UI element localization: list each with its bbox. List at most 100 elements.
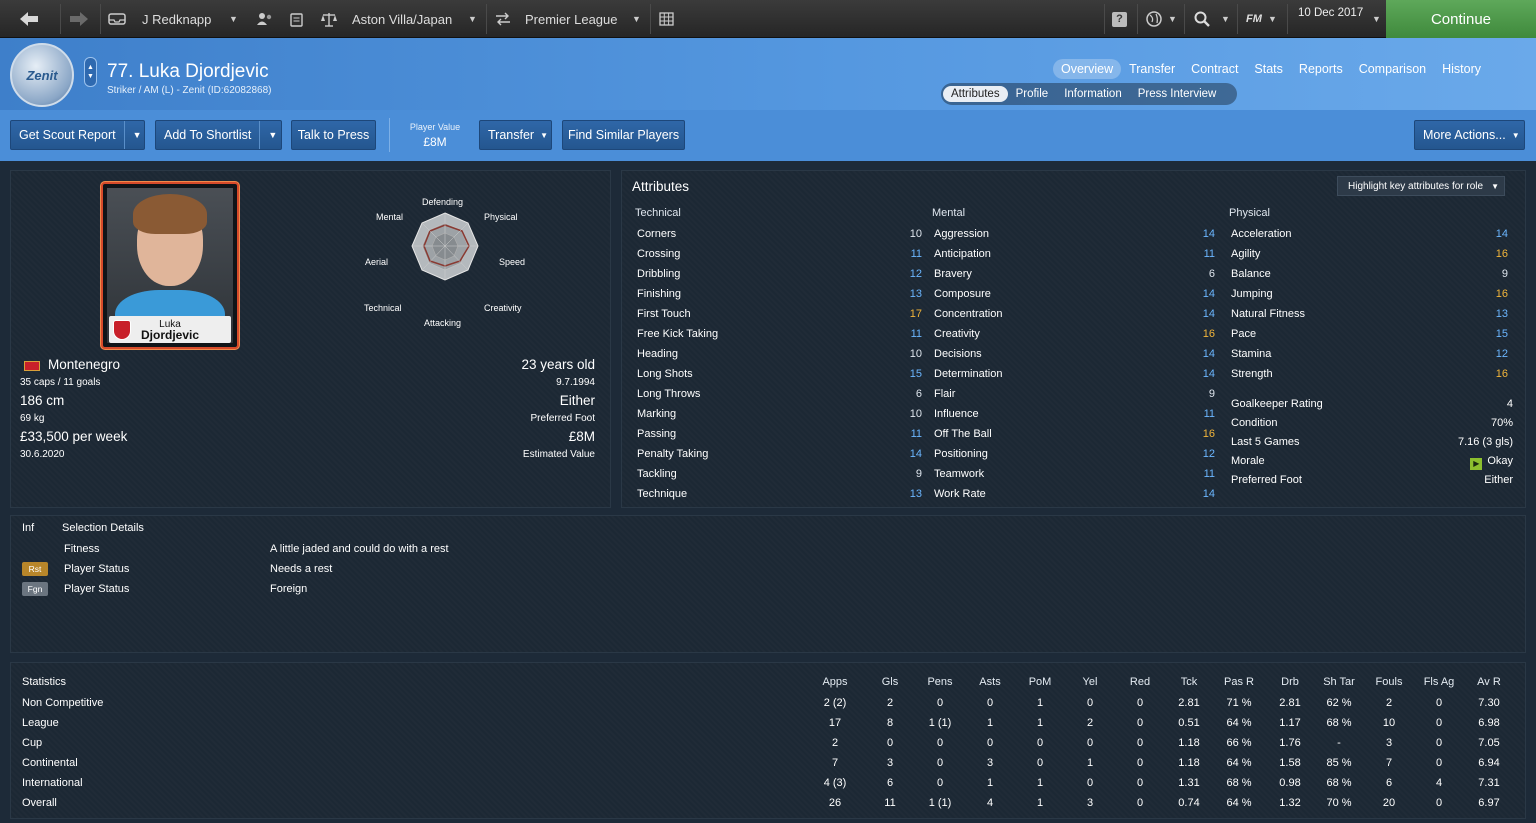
attribute-row[interactable]: Long Throws 6 <box>637 388 922 408</box>
attribute-row[interactable]: Anticipation 11 <box>934 248 1215 268</box>
inbox-icon[interactable] <box>108 0 126 38</box>
info-value: 4 <box>1506 398 1513 410</box>
manager-name[interactable]: J Redknapp <box>142 0 211 38</box>
attribute-row[interactable]: Teamwork 11 <box>934 468 1215 488</box>
stats-cell: 6.97 <box>1478 797 1500 809</box>
attribute-row[interactable]: Flair 9 <box>934 388 1215 408</box>
info-row: Condition 70% <box>1231 417 1513 437</box>
talk-to-press-button[interactable]: Talk to Press <box>291 120 376 150</box>
search-dropdown-icon[interactable]: ▼ <box>1221 0 1230 38</box>
attribute-row[interactable]: Tackling 9 <box>637 468 922 488</box>
attribute-row[interactable]: Free Kick Taking 11 <box>637 328 922 348</box>
attribute-row[interactable]: Finishing 13 <box>637 288 922 308</box>
back-arrow-icon[interactable] <box>18 0 40 38</box>
attribute-row[interactable]: Crossing 11 <box>637 248 922 268</box>
calendar-grid-icon[interactable] <box>659 0 674 38</box>
tab-comparison[interactable]: Comparison <box>1351 59 1434 79</box>
attribute-row[interactable]: Concentration 14 <box>934 308 1215 328</box>
attribute-row[interactable]: Agility 16 <box>1231 248 1508 268</box>
attribute-row[interactable]: Marking 10 <box>637 408 922 428</box>
club-dropdown-icon[interactable]: ▼ <box>468 0 477 38</box>
tab-stats[interactable]: Stats <box>1246 59 1291 79</box>
subtab-press-interview[interactable]: Press Interview <box>1130 86 1225 102</box>
chevron-down-icon[interactable]: ▼ <box>259 121 277 149</box>
highlight-role-dropdown[interactable]: Highlight key attributes for role ▼ <box>1337 176 1505 196</box>
stats-column-header[interactable]: Gls <box>867 676 913 688</box>
transfer-arrows-icon[interactable] <box>494 0 512 38</box>
stats-column-header[interactable]: Tck <box>1166 676 1212 688</box>
stats-cell: 64 % <box>1226 717 1252 729</box>
date-dropdown-icon[interactable]: ▼ <box>1372 0 1381 38</box>
competition-name[interactable]: Premier League <box>525 0 618 38</box>
attribute-row[interactable]: Corners 10 <box>637 228 922 248</box>
manager-dropdown-icon[interactable]: ▼ <box>229 0 238 38</box>
attribute-row[interactable]: Jumping 16 <box>1231 288 1508 308</box>
stats-column-header[interactable]: Drb <box>1267 676 1313 688</box>
stats-column-header[interactable]: Pas R <box>1216 676 1262 688</box>
continue-button[interactable]: Continue <box>1386 0 1536 38</box>
attribute-row[interactable]: Influence 11 <box>934 408 1215 428</box>
attribute-row[interactable]: Determination 14 <box>934 368 1215 388</box>
favourite-toggle[interactable]: ▲ ▼ <box>84 57 97 87</box>
subtab-attributes[interactable]: Attributes <box>943 86 1008 102</box>
nationality[interactable]: Montenegro <box>48 357 120 372</box>
attribute-row[interactable]: Composure 14 <box>934 288 1215 308</box>
chevron-down-icon[interactable]: ▼ <box>123 121 142 149</box>
attribute-row[interactable]: Decisions 14 <box>934 348 1215 368</box>
attribute-row[interactable]: Bravery 6 <box>934 268 1215 288</box>
stats-column-header[interactable]: Sh Tar <box>1316 676 1362 688</box>
more-actions-button[interactable]: More Actions... ▼ <box>1414 120 1525 150</box>
search-icon[interactable] <box>1194 0 1210 38</box>
attribute-row[interactable]: Penalty Taking 14 <box>637 448 922 468</box>
find-similar-players-button[interactable]: Find Similar Players <box>562 120 685 150</box>
globe-icon[interactable] <box>1145 0 1163 38</box>
tab-transfer[interactable]: Transfer <box>1121 59 1183 79</box>
forward-arrow-icon[interactable] <box>68 0 90 38</box>
transfer-button[interactable]: Transfer ▼ <box>479 120 552 150</box>
attribute-row[interactable]: Pace 15 <box>1231 328 1508 348</box>
add-to-shortlist-button[interactable]: Add To Shortlist ▼ <box>155 120 282 150</box>
scales-icon[interactable] <box>320 0 338 38</box>
get-scout-report-button[interactable]: Get Scout Report ▼ <box>10 120 145 150</box>
attribute-row[interactable]: First Touch 17 <box>637 308 922 328</box>
attribute-row[interactable]: Passing 11 <box>637 428 922 448</box>
attribute-row[interactable]: Natural Fitness 13 <box>1231 308 1508 328</box>
tab-contract[interactable]: Contract <box>1183 59 1246 79</box>
attribute-row[interactable]: Work Rate 14 <box>934 488 1215 508</box>
fm-menu[interactable]: FM <box>1246 0 1262 38</box>
tab-history[interactable]: History <box>1434 59 1489 79</box>
stats-column-header[interactable]: Av R <box>1466 676 1512 688</box>
attribute-row[interactable]: Long Shots 15 <box>637 368 922 388</box>
tab-overview[interactable]: Overview <box>1053 59 1122 79</box>
attribute-row[interactable]: Creativity 16 <box>934 328 1215 348</box>
staff-icon[interactable] <box>256 0 274 38</box>
attribute-row[interactable]: Off The Ball 16 <box>934 428 1215 448</box>
globe-dropdown-icon[interactable]: ▼ <box>1168 0 1177 38</box>
stats-column-header[interactable]: Apps <box>812 676 858 688</box>
help-icon[interactable]: ? <box>1112 0 1127 38</box>
clipboard-icon[interactable] <box>290 0 303 38</box>
stats-column-header[interactable]: Red <box>1117 676 1163 688</box>
attribute-row[interactable]: Acceleration 14 <box>1231 228 1508 248</box>
competition-dropdown-icon[interactable]: ▼ <box>632 0 641 38</box>
stats-column-header[interactable]: Asts <box>967 676 1013 688</box>
attribute-row[interactable]: Technique 13 <box>637 488 922 508</box>
attribute-row[interactable]: Balance 9 <box>1231 268 1508 288</box>
attribute-row[interactable]: Aggression 14 <box>934 228 1215 248</box>
game-date[interactable]: 10 Dec 2017 <box>1298 0 1363 32</box>
tab-reports[interactable]: Reports <box>1291 59 1351 79</box>
attribute-row[interactable]: Strength 16 <box>1231 368 1508 388</box>
attribute-row[interactable]: Stamina 12 <box>1231 348 1508 368</box>
stats-column-header[interactable]: Yel <box>1067 676 1113 688</box>
fm-dropdown-icon[interactable]: ▼ <box>1268 0 1277 38</box>
stats-column-header[interactable]: PoM <box>1017 676 1063 688</box>
subtab-information[interactable]: Information <box>1056 86 1130 102</box>
stats-column-header[interactable]: Fouls <box>1366 676 1412 688</box>
club-name[interactable]: Aston Villa/Japan <box>352 0 452 38</box>
stats-column-header[interactable]: Fls Ag <box>1416 676 1462 688</box>
attribute-row[interactable]: Heading 10 <box>637 348 922 368</box>
attribute-row[interactable]: Positioning 12 <box>934 448 1215 468</box>
subtab-profile[interactable]: Profile <box>1008 86 1057 102</box>
stats-column-header[interactable]: Pens <box>917 676 963 688</box>
attribute-row[interactable]: Dribbling 12 <box>637 268 922 288</box>
